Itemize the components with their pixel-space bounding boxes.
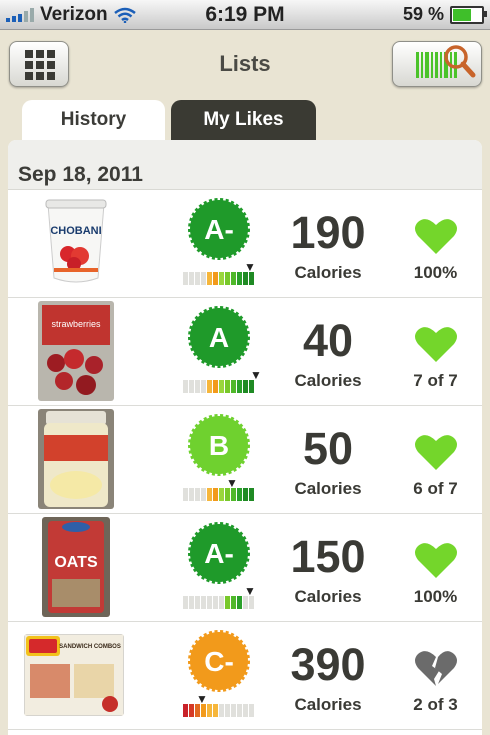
product-image: OATS <box>42 517 110 617</box>
date-section-header: Sep 18, 2011 <box>8 140 482 190</box>
meter-arrow-icon: ▼ <box>250 368 262 382</box>
calorie-label: Calories <box>294 695 362 714</box>
calorie-value: 40 <box>302 315 354 366</box>
like-score: 100% <box>413 263 458 282</box>
tab-my-likes[interactable]: My Likes <box>171 100 316 140</box>
grade-meter <box>183 704 254 717</box>
grade-badge: A- <box>188 198 250 260</box>
calorie-value: 50 <box>302 423 354 474</box>
status-left: Verizon <box>6 4 136 26</box>
meter-arrow-icon: ▼ <box>244 584 256 598</box>
grade-badge: A- <box>188 522 250 584</box>
barcode-scan-button[interactable] <box>392 41 482 87</box>
history-list: Sep 18, 2011 CHOBANI A- ▼ 190 Calories 1… <box>8 140 482 735</box>
grade-text: A- <box>204 214 234 245</box>
grade-text: C- <box>204 646 234 677</box>
like-score: 6 of 7 <box>413 479 458 498</box>
list-item[interactable]: SANDWICH COMBOS C- ▼ 390 Calories 2 of 3 <box>8 622 482 730</box>
signal-icon <box>6 7 34 22</box>
meter-arrow-icon: ▼ <box>244 260 256 274</box>
product-image: SANDWICH COMBOS <box>24 634 124 716</box>
grade-text: A- <box>204 538 234 569</box>
grade-badge: B <box>188 414 250 476</box>
meter-arrow-icon: ▼ <box>196 692 208 706</box>
product-label-text: SANDWICH COMBOS <box>59 644 121 650</box>
battery-percent: 59 % <box>402 4 444 24</box>
calorie-label: Calories <box>294 371 362 390</box>
calorie-label: Calories <box>294 587 362 606</box>
grade-badge: C- <box>188 630 250 692</box>
calorie-label: Calories <box>294 263 362 282</box>
list-item[interactable]: strawberries A ▼ 40 Calories 7 of 7 <box>8 298 482 406</box>
grade-text: B <box>209 430 229 461</box>
grade-meter <box>183 488 254 501</box>
nav-bar: Lists <box>0 31 490 97</box>
grade-meter <box>183 380 254 393</box>
product-image: strawberries <box>38 301 114 401</box>
like-score: 7 of 7 <box>413 371 458 390</box>
barcode-magnifier-icon <box>416 45 476 78</box>
wifi-icon <box>113 7 136 23</box>
carrier-label: Verizon <box>40 3 108 25</box>
tab-bar: History My Likes <box>22 100 316 140</box>
heart-icon[interactable] <box>414 216 458 256</box>
heart-icon[interactable] <box>414 324 458 364</box>
meter-arrow-icon: ▼ <box>226 476 238 490</box>
status-right: 59 % <box>402 4 487 25</box>
product-label-text: CHOBANI <box>50 225 101 237</box>
status-bar: Verizon 6:19 PM 59 % <box>0 0 490 30</box>
list-item[interactable]: OATS A- ▼ 150 Calories 100% <box>8 514 482 622</box>
like-score: 2 of 3 <box>413 695 458 714</box>
list-item[interactable]: CHOBANI A- ▼ 190 Calories 100% <box>8 190 482 298</box>
calorie-value: 390 <box>290 639 366 690</box>
calorie-value: 150 <box>290 531 366 582</box>
grade-text: A <box>209 322 229 353</box>
like-score: 100% <box>413 587 458 606</box>
heart-icon[interactable] <box>414 540 458 580</box>
grade-badge: A <box>188 306 250 368</box>
product-label-text: OATS <box>54 554 98 571</box>
tab-history[interactable]: History <box>22 100 165 140</box>
product-image: CHOBANI <box>45 199 107 283</box>
calorie-label: Calories <box>294 479 362 498</box>
list-item[interactable]: B ▼ 50 Calories 6 of 7 <box>8 406 482 514</box>
product-label-text: strawberries <box>51 319 101 329</box>
heart-icon[interactable] <box>414 432 458 472</box>
broken-heart-icon[interactable] <box>414 648 458 688</box>
calorie-value: 190 <box>290 207 366 258</box>
product-image <box>38 409 114 509</box>
battery-icon <box>450 5 487 24</box>
